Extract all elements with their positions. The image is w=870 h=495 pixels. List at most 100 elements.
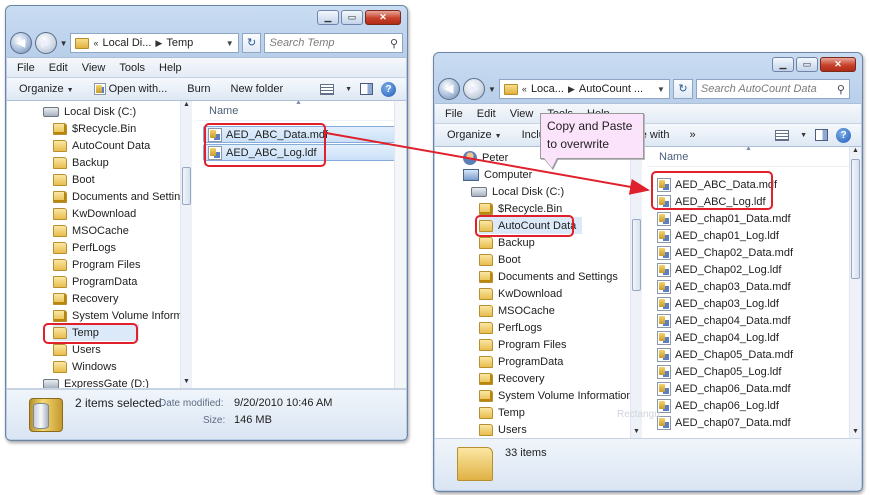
menu-view[interactable]: View [510, 108, 534, 120]
nav-item-msocache[interactable]: MSOCache [479, 302, 555, 319]
open-with-button[interactable]: Open with... [93, 83, 167, 95]
help-icon[interactable]: ? [381, 81, 396, 97]
back-button[interactable]: ◀ [10, 32, 32, 54]
file-row[interactable]: AED_chap04_Data.mdf [653, 312, 795, 329]
menu-view[interactable]: View [82, 62, 106, 74]
nav-item-windows[interactable]: Windows [53, 358, 117, 375]
preview-pane-icon[interactable] [815, 129, 828, 141]
nav-item-recycle-bin[interactable]: $Recycle.Bin [53, 120, 136, 137]
menu-edit[interactable]: Edit [477, 108, 496, 120]
forward-button[interactable]: ▶ [463, 78, 485, 100]
close-button[interactable]: ✕ [820, 57, 856, 72]
breadcrumb-segment[interactable]: Loca... [531, 83, 564, 95]
breadcrumb-segment[interactable]: Temp [166, 37, 193, 49]
scroll-up-arrow[interactable]: ▲ [181, 101, 192, 111]
menu-file[interactable]: File [17, 62, 35, 74]
file-row[interactable]: AED_chap01_Log.ldf [653, 227, 783, 244]
scroll-thumb[interactable] [182, 167, 191, 205]
menu-file[interactable]: File [445, 108, 463, 120]
nav-scrollbar[interactable]: ▲ ▼ [180, 101, 192, 388]
nav-item-programdata[interactable]: ProgramData [479, 353, 563, 370]
nav-item-expressgate-d[interactable]: ExpressGate (D:) [43, 375, 149, 388]
column-header-name[interactable]: ▲ Name [197, 101, 394, 121]
scroll-down-arrow[interactable]: ▼ [631, 428, 642, 438]
breadcrumb-segment[interactable]: Local Di... [103, 37, 152, 49]
file-row[interactable]: AED_chap07_Data.mdf [653, 414, 795, 431]
scroll-down-arrow[interactable]: ▼ [181, 378, 192, 388]
nav-item-autocount-data[interactable]: AutoCount Data [53, 137, 150, 154]
nav-item-backup[interactable]: Backup [53, 154, 109, 171]
nav-item-recovery[interactable]: Recovery [53, 290, 118, 307]
back-button[interactable]: ◀ [438, 78, 460, 100]
file-row[interactable]: AED_Chap02_Log.ldf [653, 261, 785, 278]
scroll-thumb[interactable] [851, 159, 860, 279]
menu-edit[interactable]: Edit [49, 62, 68, 74]
maximize-button[interactable]: ▭ [796, 57, 818, 72]
preview-pane-icon[interactable] [360, 83, 373, 95]
address-dropdown-icon[interactable]: ▼ [226, 39, 234, 48]
file-row[interactable]: AED_chap01_Data.mdf [653, 210, 795, 227]
nav-item-peter[interactable]: Peter [463, 149, 508, 166]
file-row[interactable]: AED_chap06_Data.mdf [653, 380, 795, 397]
address-bar[interactable]: « Local Di... ▶ Temp ▼ [70, 33, 239, 53]
nav-item-documents-and-settings[interactable]: Documents and Settings [53, 188, 192, 205]
organize-button[interactable]: Organize ▼ [19, 83, 74, 95]
nav-item-kwdownload[interactable]: KwDownload [479, 285, 562, 302]
scroll-up-arrow[interactable]: ▲ [850, 147, 861, 157]
scroll-down-arrow[interactable]: ▼ [850, 428, 861, 438]
help-icon[interactable]: ? [836, 127, 851, 143]
file-row[interactable]: AED_chap03_Data.mdf [653, 278, 795, 295]
nav-item-programdata[interactable]: ProgramData [53, 273, 137, 290]
change-view-icon[interactable] [320, 83, 335, 95]
recent-pages-dropdown[interactable]: ▼ [60, 39, 68, 48]
change-view-icon[interactable] [775, 129, 790, 141]
forward-button[interactable]: ▶ [34, 32, 57, 54]
recent-pages-dropdown[interactable]: ▼ [488, 85, 496, 94]
file-row[interactable]: AED_chap04_Log.ldf [653, 329, 783, 346]
minimize-button[interactable]: ▁ [317, 10, 339, 25]
nav-item-msocache[interactable]: MSOCache [53, 222, 129, 239]
view-dropdown-icon[interactable]: ▼ [800, 132, 807, 139]
nav-item-perflogs[interactable]: PerfLogs [479, 319, 542, 336]
menu-help[interactable]: Help [159, 62, 182, 74]
breadcrumb-segment[interactable]: AutoCount ... [579, 83, 643, 95]
nav-item-boot[interactable]: Boot [479, 251, 521, 268]
refresh-button[interactable]: ↻ [241, 33, 262, 53]
nav-item-local-disk-c[interactable]: Local Disk (C:) [43, 103, 136, 120]
new-folder-button[interactable]: New folder [231, 83, 284, 95]
maximize-button[interactable]: ▭ [341, 10, 363, 25]
view-dropdown-icon[interactable]: ▼ [345, 86, 352, 93]
nav-scrollbar[interactable]: ▲ ▼ [630, 147, 642, 438]
nav-item-temp[interactable]: Temp [479, 404, 525, 421]
address-dropdown-icon[interactable]: ▼ [657, 85, 665, 94]
nav-item-users[interactable]: Users [479, 421, 527, 438]
column-header-name[interactable]: ▲ Name [647, 147, 849, 167]
more-commands-button[interactable]: » [689, 129, 695, 141]
menu-tools[interactable]: Tools [119, 62, 145, 74]
nav-item-system-volume-information[interactable]: System Volume Information [479, 387, 633, 404]
nav-item-computer[interactable]: Computer [463, 166, 532, 183]
minimize-button[interactable]: ▁ [772, 57, 794, 72]
scroll-thumb[interactable] [632, 219, 641, 291]
nav-item-local-disk-c[interactable]: Local Disk (C:) [471, 183, 564, 200]
file-row[interactable]: AED_Chap05_Log.ldf [653, 363, 785, 380]
file-row[interactable]: AED_Chap02_Data.mdf [653, 244, 797, 261]
nav-item-recovery[interactable]: Recovery [479, 370, 544, 387]
nav-item-boot[interactable]: Boot [53, 171, 95, 188]
refresh-button[interactable]: ↻ [672, 79, 693, 99]
nav-item-documents-and-settings[interactable]: Documents and Settings [479, 268, 618, 285]
organize-button[interactable]: Organize ▼ [447, 129, 502, 141]
search-input[interactable]: Search AutoCount Data ⚲ [695, 79, 850, 99]
search-input[interactable]: Search Temp ⚲ [264, 33, 404, 53]
nav-item-program-files[interactable]: Program Files [53, 256, 140, 273]
file-list-scrollbar[interactable] [394, 101, 406, 388]
file-row[interactable]: AED_Chap05_Data.mdf [653, 346, 797, 363]
burn-button[interactable]: Burn [187, 83, 210, 95]
nav-item-program-files[interactable]: Program Files [479, 336, 566, 353]
nav-item-perflogs[interactable]: PerfLogs [53, 239, 116, 256]
close-button[interactable]: ✕ [365, 10, 401, 25]
address-bar[interactable]: « Loca... ▶ AutoCount ... ▼ [498, 79, 670, 99]
file-row[interactable]: AED_chap03_Log.ldf [653, 295, 783, 312]
nav-item-system-volume-information[interactable]: System Volume Informatio [53, 307, 192, 324]
file-list-scrollbar[interactable]: ▲ ▼ [849, 147, 861, 438]
